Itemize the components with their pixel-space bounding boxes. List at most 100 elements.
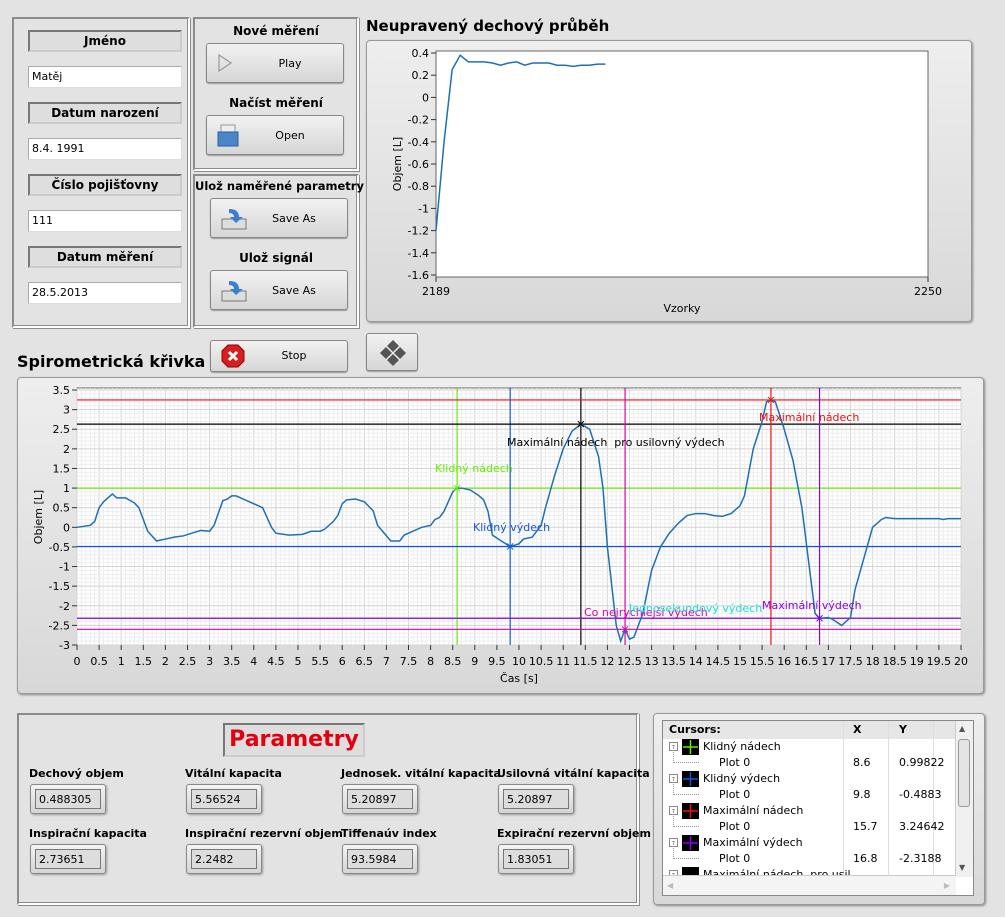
name-label: Jméno bbox=[28, 30, 182, 52]
save-params-button[interactable]: Save As bbox=[210, 198, 348, 238]
raw-chart-title: Neupravený dechový průběh bbox=[366, 17, 610, 35]
cursor-plot: Plot 0 bbox=[719, 788, 751, 801]
scroll-thumb[interactable] bbox=[958, 739, 970, 807]
x-tick-label: 19.5 bbox=[927, 655, 952, 668]
cursor-y: 0.99822 bbox=[899, 756, 945, 769]
open-button[interactable]: Open bbox=[206, 115, 344, 155]
cursor-y: -0.4883 bbox=[899, 788, 942, 801]
param-value-indicator: 5.20897 bbox=[498, 784, 574, 814]
y-tick-label: 1.5 bbox=[53, 462, 71, 475]
open-folder-icon bbox=[217, 124, 239, 147]
raw-chart: 0.4 0.2 0 -0.2 -0.4 -0.6 -0.8 -1 -1.2 -1.4 -1.6 218… bbox=[391, 47, 942, 315]
save-signal-button[interactable]: Save As bbox=[210, 270, 348, 310]
param-value-indicator: 5.56524 bbox=[186, 784, 262, 814]
graph-palette-button[interactable] bbox=[366, 333, 418, 371]
param-label: Jednosek. vitální kapacita bbox=[341, 767, 501, 780]
cursor-label: Klidný nádech bbox=[435, 462, 513, 475]
spiro-chart-title: Spirometrická křivka bbox=[17, 352, 206, 371]
params-panel: Parametry Dechový objem 0.488305 Vitální k… bbox=[17, 713, 651, 905]
cursor-plot-row[interactable]: Plot 0 8.6 0.99822 bbox=[663, 747, 956, 771]
save-icon bbox=[221, 209, 247, 230]
x-tick-label: 7 bbox=[383, 655, 390, 668]
cursor-plot: Plot 0 bbox=[719, 756, 751, 769]
y-tick-label: 3.5 bbox=[53, 384, 71, 397]
x-tick-label: 15 bbox=[733, 655, 747, 668]
cursor-header-name: Cursors: bbox=[669, 723, 721, 736]
param-label: Inspirační rezervní objem bbox=[185, 827, 343, 840]
param-value-indicator: 1.83051 bbox=[498, 844, 574, 874]
cursor-plot-row[interactable]: Plot 0 9.8 -0.4883 bbox=[663, 779, 956, 803]
x-tick-label: 7.5 bbox=[400, 655, 418, 668]
cursor-plot-row[interactable]: Plot 0 15.7 3.24642 bbox=[663, 811, 956, 835]
load-measure-label: Načíst měření bbox=[229, 96, 323, 110]
x-tick-label: 17 bbox=[821, 655, 835, 668]
y-tick-label: -1.4 bbox=[408, 247, 429, 260]
cursor-legend: Cursors: X Y - Klidný nádech Plot 0 8.6 0.99… bbox=[662, 720, 974, 896]
cursor-plot-row[interactable]: Plot 0 16.8 -2.3188 bbox=[663, 843, 956, 867]
x-tick-label: 13 bbox=[645, 655, 659, 668]
date-field[interactable]: 28.5.2013 bbox=[28, 282, 182, 304]
save-icon bbox=[221, 281, 247, 302]
cursor-label: Jednosekundový výdech bbox=[628, 602, 762, 615]
name-field[interactable]: Matěj bbox=[28, 66, 182, 88]
x-tick-label: 13.5 bbox=[661, 655, 686, 668]
cursor-header-x: X bbox=[853, 723, 862, 736]
stop-icon bbox=[221, 344, 245, 368]
save-signal-label-text: Save As bbox=[272, 284, 316, 297]
cursor-plot: Plot 0 bbox=[719, 820, 751, 833]
x-tick-label: 18.5 bbox=[882, 655, 907, 668]
param-label: Tiffenaúv index bbox=[341, 827, 437, 840]
scroll-up-arrow[interactable]: ▲ bbox=[959, 724, 965, 733]
cursor-label: Maximální nádech bbox=[759, 411, 859, 424]
x-tick-label: 6.5 bbox=[356, 655, 374, 668]
cursor-row[interactable]: - Klidný nádech bbox=[663, 739, 956, 755]
param-label: Vitální kapacita bbox=[185, 767, 282, 780]
y-tick-label: -0.5 bbox=[49, 541, 70, 554]
x-tick-label: 12 bbox=[600, 655, 614, 668]
y-tick-label: 1 bbox=[63, 482, 70, 495]
play-icon bbox=[218, 53, 233, 73]
param-value: 2.2482 bbox=[191, 849, 257, 869]
y-tick-label: -0.2 bbox=[408, 114, 429, 127]
param-value-indicator: 2.73651 bbox=[30, 844, 106, 874]
param-value-indicator: 0.488305 bbox=[30, 784, 106, 814]
save-params-label-text: Save As bbox=[272, 212, 316, 225]
x-tick-label: 16 bbox=[777, 655, 791, 668]
scroll-down-arrow[interactable]: ▼ bbox=[959, 863, 965, 872]
x-axis-label: Čas [s] bbox=[500, 672, 538, 685]
x-tick-label: 8.5 bbox=[444, 655, 462, 668]
x-tick-label: 19 bbox=[910, 655, 924, 668]
insurance-label: Číslo pojišťovny bbox=[28, 174, 182, 196]
cursor-name: Maximální nádech pro usil bbox=[703, 868, 851, 875]
insurance-field[interactable]: 111 bbox=[28, 210, 182, 232]
y-tick-label: -2.5 bbox=[49, 619, 70, 632]
stop-button[interactable]: Stop bbox=[210, 340, 348, 372]
param-value: 1.83051 bbox=[503, 849, 569, 869]
x-tick-label: 4.5 bbox=[267, 655, 285, 668]
birth-field[interactable]: 8.4. 1991 bbox=[28, 138, 182, 160]
x-tick-label: 0 bbox=[74, 655, 81, 668]
x-tick-label: 15.5 bbox=[750, 655, 775, 668]
cursor-row[interactable]: - Maximální nádech pro usil bbox=[663, 867, 956, 875]
cursor-name: Klidný výdech bbox=[703, 772, 781, 785]
play-button[interactable]: Play bbox=[206, 43, 344, 83]
cursor-name: Klidný nádech bbox=[703, 740, 781, 753]
y-tick-label: 0.2 bbox=[412, 69, 430, 82]
x-tick-label: 9.5 bbox=[488, 655, 506, 668]
cursor-row[interactable]: - Maximální výdech bbox=[663, 835, 956, 851]
cursor-style-icon bbox=[682, 867, 699, 875]
param-value: 5.20897 bbox=[503, 789, 569, 809]
param-label: Dechový objem bbox=[29, 767, 124, 780]
cursor-y: 3.24642 bbox=[899, 820, 945, 833]
param-value: 5.56524 bbox=[191, 789, 257, 809]
x-tick-label: 1 bbox=[118, 655, 125, 668]
y-tick-label: 0.5 bbox=[53, 502, 71, 515]
save-panel: Ulož naměřené parametry Save As Ulož sig… bbox=[193, 174, 364, 328]
vertical-scrollbar[interactable]: ▲ ▼ bbox=[955, 721, 973, 877]
date-label: Datum měření bbox=[28, 246, 182, 268]
x-tick-label: 4 bbox=[250, 655, 257, 668]
cursor-row[interactable]: - Klidný výdech bbox=[663, 771, 956, 787]
horizontal-scrollbar[interactable]: ◀ ▶ bbox=[663, 875, 956, 895]
cursor-row[interactable]: - Maximální nádech bbox=[663, 803, 956, 819]
params-title: Parametry bbox=[229, 727, 359, 752]
